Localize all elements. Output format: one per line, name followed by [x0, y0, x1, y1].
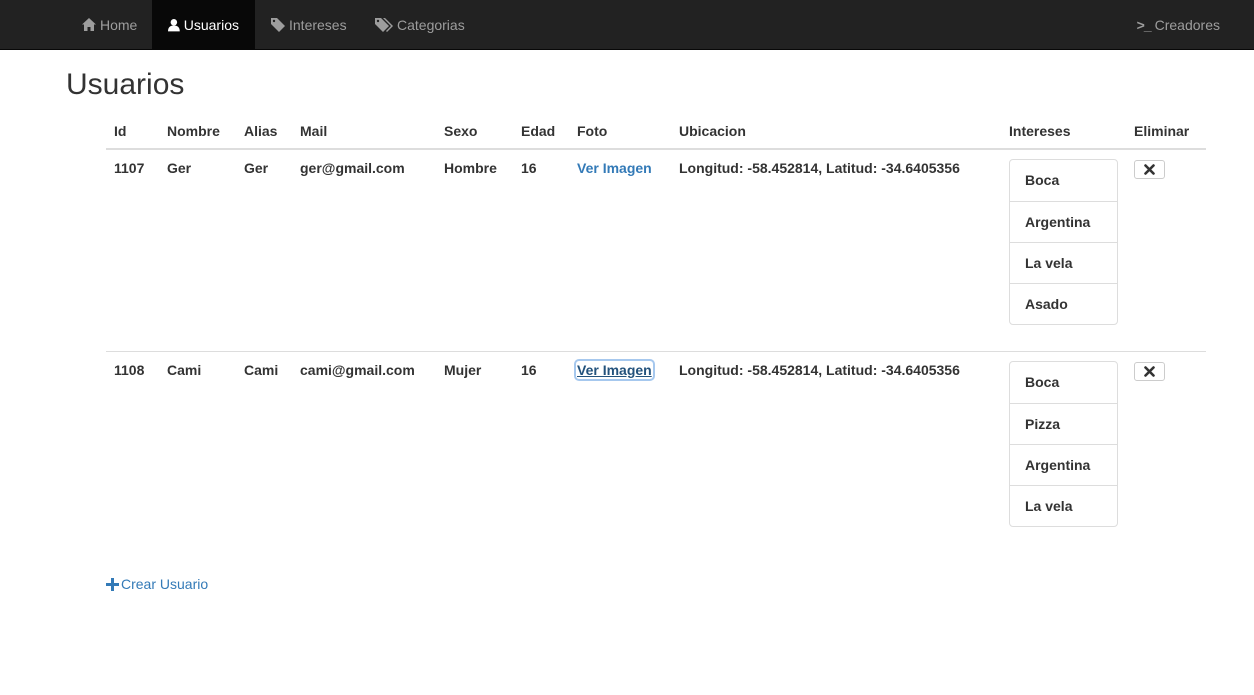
list-item: Boca — [1025, 374, 1060, 390]
cell-sexo: Hombre — [444, 160, 497, 176]
cell-ubicacion: Longitud: -58.452814, Latitud: -34.64053… — [679, 160, 960, 176]
header-intereses: Intereses — [1009, 123, 1071, 139]
cell-nombre: Ger — [167, 160, 192, 176]
cell-mail: ger@gmail.com — [300, 160, 405, 176]
intereses-list: Boca Pizza Argentina La vela — [1009, 361, 1118, 527]
home-icon — [82, 18, 96, 31]
nav-creadores[interactable]: >_ Creadores — [1121, 0, 1236, 49]
cell-sexo: Mujer — [444, 362, 482, 378]
intereses-list: Boca Argentina La vela Asado — [1009, 159, 1118, 325]
ver-imagen-link[interactable]: Ver Imagen — [577, 160, 652, 176]
list-item: Asado — [1010, 283, 1117, 324]
list-item: Pizza — [1010, 403, 1117, 444]
tags-icon — [375, 17, 393, 32]
nav-intereses-label: Intereses — [289, 16, 347, 33]
header-edad: Edad — [521, 123, 556, 139]
header-mail: Mail — [300, 123, 328, 139]
cell-id: 1107 — [114, 160, 145, 176]
header-nombre: Nombre — [167, 123, 220, 139]
table-row: 1107 Ger Ger ger@gmail.com Hombre 16 Ver… — [106, 150, 1206, 352]
table-header: Id Nombre Alias Mail Sexo Edad Foto Ubic… — [106, 112, 1206, 150]
table-row: 1108 Cami Cami cami@gmail.com Mujer 16 V… — [106, 352, 1206, 554]
nav-home-label: Home — [100, 16, 138, 33]
nav-creadores-label: Creadores — [1154, 16, 1220, 33]
header-foto: Foto — [577, 123, 608, 139]
page-title: Usuarios — [66, 68, 185, 101]
list-item: Boca — [1025, 172, 1060, 188]
tag-icon — [271, 17, 285, 32]
list-item: La vela — [1010, 485, 1117, 526]
user-icon — [168, 18, 180, 31]
nav-categorias-label: Categorias — [397, 16, 465, 33]
remove-icon — [1144, 366, 1155, 377]
cell-edad: 16 — [521, 160, 537, 176]
nav-usuarios-label: Usuarios — [183, 16, 239, 33]
ver-imagen-link[interactable]: Ver Imagen — [574, 359, 655, 381]
delete-user-button[interactable] — [1134, 160, 1165, 179]
header-alias: Alias — [244, 123, 278, 139]
delete-user-button[interactable] — [1134, 362, 1165, 381]
nav-home[interactable]: Home — [66, 0, 153, 49]
nav-intereses[interactable]: Intereses — [255, 0, 363, 49]
crear-usuario-link[interactable]: Crear Usuario — [106, 576, 208, 592]
nav-categorias[interactable]: Categorias — [359, 0, 481, 49]
header-sexo: Sexo — [444, 123, 478, 139]
remove-icon — [1144, 164, 1155, 175]
cell-id: 1108 — [114, 362, 145, 378]
top-navbar: Home Usuarios Intereses Categorias >_ Cr… — [0, 0, 1254, 50]
list-item: Argentina — [1010, 444, 1117, 485]
header-eliminar: Eliminar — [1134, 123, 1190, 139]
list-item: Argentina — [1010, 201, 1117, 242]
users-table: Id Nombre Alias Mail Sexo Edad Foto Ubic… — [106, 112, 1206, 554]
plus-icon — [106, 577, 119, 591]
cell-alias: Cami — [244, 362, 279, 378]
cell-alias: Ger — [244, 160, 269, 176]
cell-nombre: Cami — [167, 362, 202, 378]
cell-mail: cami@gmail.com — [300, 362, 415, 378]
cell-ubicacion: Longitud: -58.452814, Latitud: -34.64053… — [679, 362, 960, 378]
list-item: La vela — [1010, 242, 1117, 283]
crear-usuario-label: Crear Usuario — [121, 576, 209, 592]
header-ubicacion: Ubicacion — [679, 123, 746, 139]
terminal-icon: >_ — [1136, 16, 1152, 33]
header-id: Id — [114, 123, 127, 139]
cell-edad: 16 — [521, 362, 537, 378]
nav-usuarios[interactable]: Usuarios — [152, 0, 255, 49]
